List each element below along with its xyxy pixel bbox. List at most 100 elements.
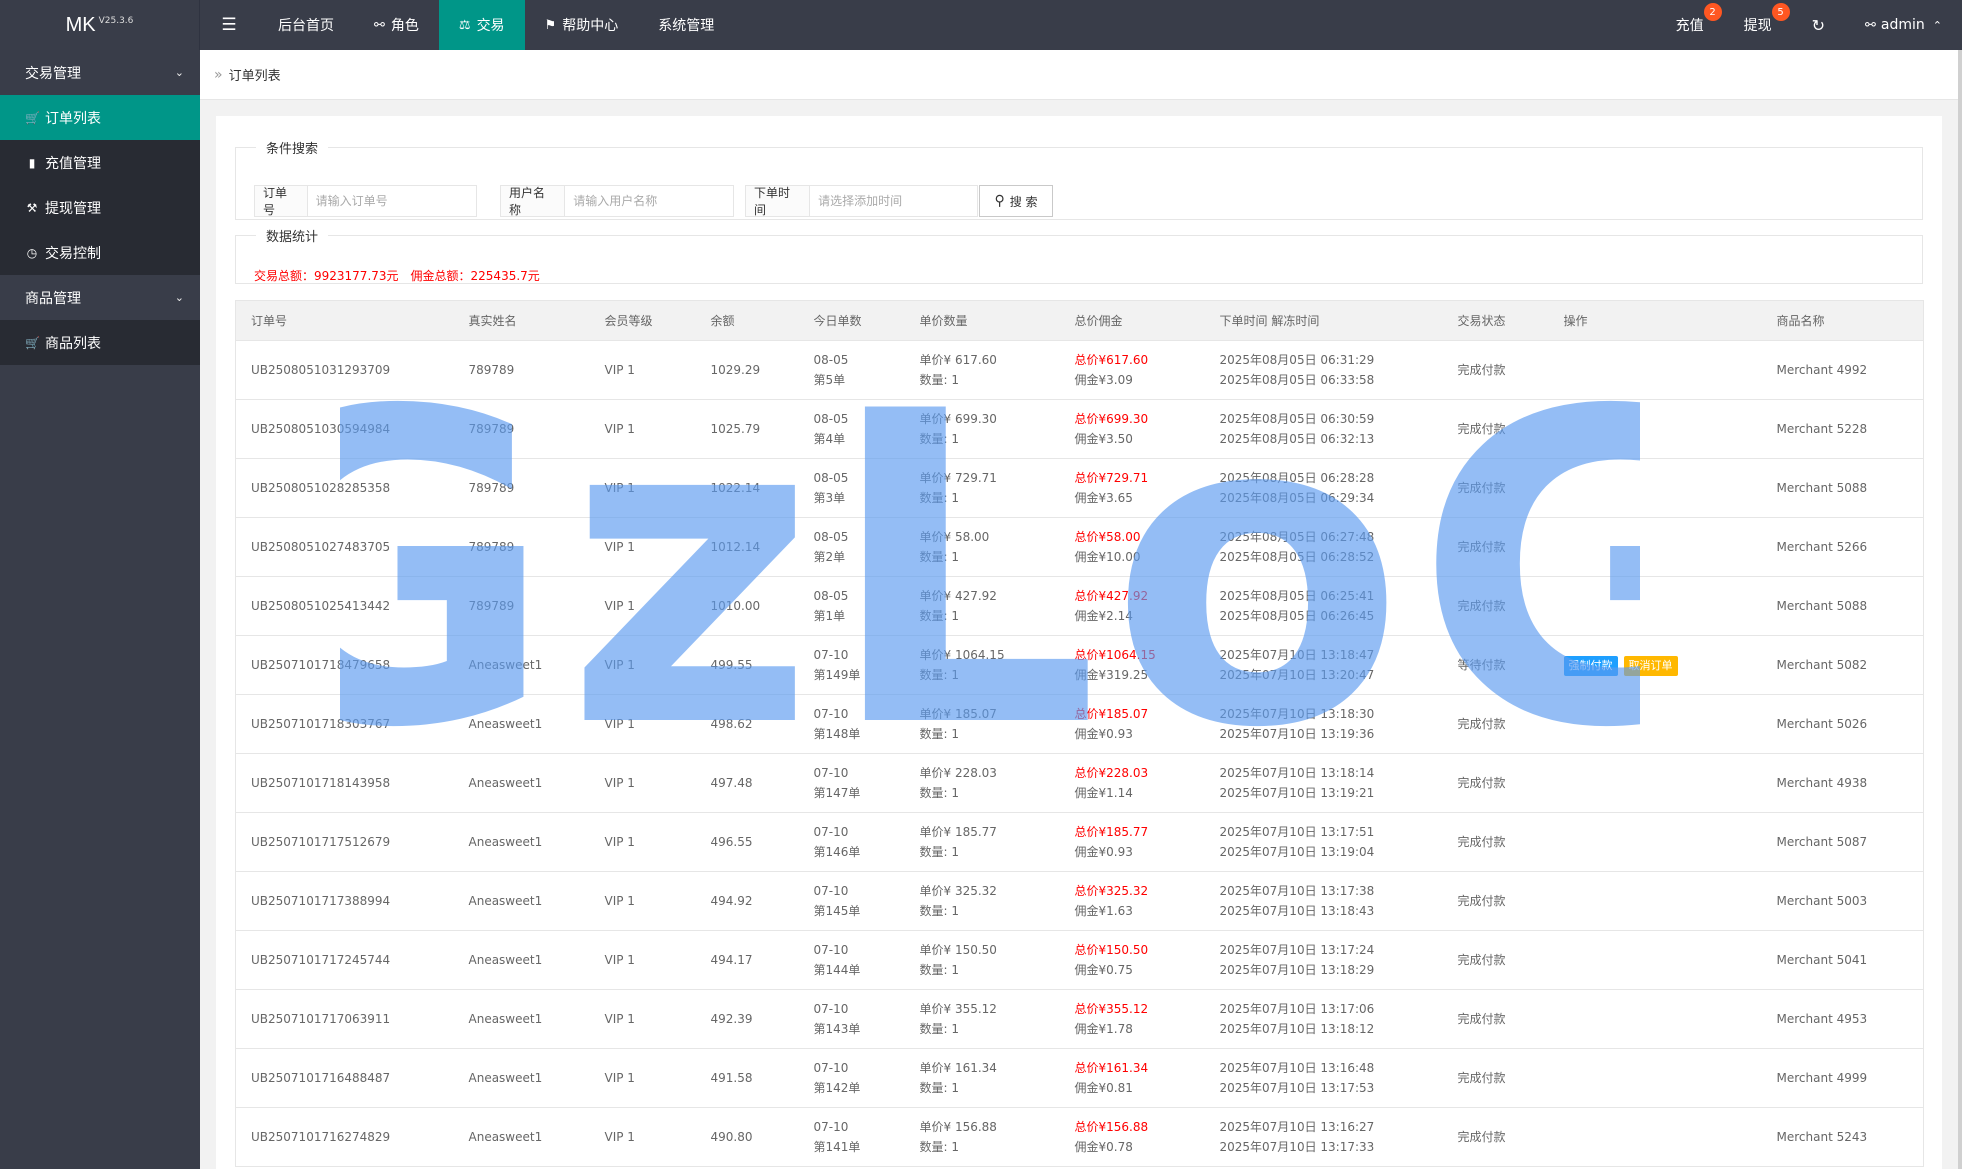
order-date: 07-10 bbox=[813, 825, 849, 839]
quantity: 数量: 1 bbox=[919, 963, 960, 977]
trade-status: 完成付款 bbox=[1457, 1071, 1506, 1085]
real-name: Aneasweet1 bbox=[468, 953, 543, 967]
order-time: 2025年08月05日 06:31:29 bbox=[1219, 353, 1375, 367]
order-time: 2025年07月10日 13:18:47 bbox=[1219, 648, 1375, 662]
menu-toggle-button[interactable]: ☰ bbox=[200, 0, 258, 50]
order-sequence: 第141单 bbox=[813, 1140, 861, 1154]
sidebar-group-trade[interactable]: 交易管理 ⌄ bbox=[0, 50, 200, 95]
commission: 佣金¥0.78 bbox=[1074, 1140, 1133, 1154]
sidebar-item-withdraw[interactable]: ⚒ 提现管理 bbox=[0, 185, 200, 230]
unfreeze-time: 2025年08月05日 06:29:34 bbox=[1219, 491, 1375, 505]
today-orders-cell: 08-05 第4单 bbox=[798, 399, 905, 459]
today-orders-cell: 07-10 第149单 bbox=[798, 635, 905, 695]
order-sequence: 第146单 bbox=[813, 845, 861, 859]
member-level: VIP 1 bbox=[604, 599, 635, 613]
order-time: 2025年07月10日 13:17:51 bbox=[1219, 825, 1375, 839]
order-time-field: 下单时间 bbox=[745, 185, 978, 217]
nav-home[interactable]: 后台首页 bbox=[258, 0, 354, 50]
product-name: Merchant 5228 bbox=[1776, 422, 1868, 436]
column-header: 今日单数 bbox=[798, 300, 905, 341]
column-header: 商品名称 bbox=[1761, 300, 1924, 341]
order-number-input[interactable] bbox=[307, 186, 476, 216]
order-date: 07-10 bbox=[813, 648, 849, 662]
search-button[interactable]: ⚲ 搜 索 bbox=[979, 185, 1053, 217]
total-commission-cell: 总价¥228.03 佣金¥1.14 bbox=[1059, 753, 1205, 813]
operations-cell bbox=[1548, 399, 1762, 459]
balance-cell: 492.39 bbox=[695, 989, 799, 1049]
status-cell: 完成付款 bbox=[1442, 399, 1549, 459]
withdraw-link[interactable]: 提现 5 bbox=[1724, 0, 1792, 50]
order-number-cell: UB2507101717388994 bbox=[235, 871, 454, 931]
product-name-cell: Merchant 4938 bbox=[1761, 753, 1924, 813]
today-orders-cell: 07-10 第142单 bbox=[798, 1048, 905, 1108]
balance-cell: 494.17 bbox=[695, 930, 799, 990]
member-level: VIP 1 bbox=[604, 1012, 635, 1026]
time-cell: 2025年08月05日 06:31:29 2025年08月05日 06:33:58 bbox=[1204, 340, 1443, 400]
nav-trade-label: 交易 bbox=[476, 18, 505, 34]
time-cell: 2025年07月10日 13:17:06 2025年07月10日 13:18:12 bbox=[1204, 989, 1443, 1049]
user-menu[interactable]: ⚯ admin ⌃ bbox=[1845, 0, 1962, 50]
balance: 1029.29 bbox=[710, 363, 761, 377]
sidebar-item-product-list[interactable]: 🛒 商品列表 bbox=[0, 320, 200, 365]
unit-price: 单价¥ 427.92 bbox=[919, 589, 997, 603]
member-level-cell: VIP 1 bbox=[589, 1107, 696, 1167]
recharge-link[interactable]: 充值 2 bbox=[1656, 0, 1724, 50]
time-cell: 2025年07月10日 13:17:38 2025年07月10日 13:18:43 bbox=[1204, 871, 1443, 931]
total-commission-cell: 总价¥699.30 佣金¥3.50 bbox=[1059, 399, 1205, 459]
column-header: 总价佣金 bbox=[1059, 300, 1205, 341]
nav-system[interactable]: 系统管理 bbox=[638, 0, 734, 50]
status-cell: 完成付款 bbox=[1442, 340, 1549, 400]
cancel-order-button[interactable]: 取消订单 bbox=[1623, 655, 1678, 676]
table-row: UB2507101717388994 Aneasweet1 VIP 1 494.92 0… bbox=[235, 871, 1924, 931]
scrollbar[interactable] bbox=[1958, 50, 1962, 1169]
nav-help[interactable]: ⚑ 帮助中心 bbox=[525, 0, 639, 50]
price-qty-cell: 单价¥ 228.03 数量: 1 bbox=[904, 753, 1060, 813]
status-cell: 完成付款 bbox=[1442, 753, 1549, 813]
unit-price: 单价¥ 161.34 bbox=[919, 1061, 997, 1075]
total-commission-cell: 总价¥150.50 佣金¥0.75 bbox=[1059, 930, 1205, 990]
order-number: UB2507101716488487 bbox=[251, 1071, 391, 1085]
trade-status: 完成付款 bbox=[1457, 363, 1506, 377]
order-sequence: 第5单 bbox=[813, 373, 846, 387]
order-number-cell: UB2508051031293709 bbox=[235, 340, 454, 400]
balance: 490.80 bbox=[710, 1130, 753, 1144]
trade-status: 完成付款 bbox=[1457, 894, 1506, 908]
today-orders-cell: 08-05 第1单 bbox=[798, 576, 905, 636]
quantity: 数量: 1 bbox=[919, 668, 960, 682]
nav-trade[interactable]: ⚖ 交易 bbox=[438, 0, 525, 50]
commission: 佣金¥3.65 bbox=[1074, 491, 1133, 505]
user-icon: ⚯ bbox=[374, 17, 385, 33]
unfreeze-time: 2025年07月10日 13:17:53 bbox=[1219, 1081, 1375, 1095]
real-name: Aneasweet1 bbox=[468, 717, 543, 731]
force-pay-button[interactable]: 强制付款 bbox=[1563, 655, 1618, 676]
time-cell: 2025年07月10日 13:18:14 2025年07月10日 13:19:21 bbox=[1204, 753, 1443, 813]
balance: 498.62 bbox=[710, 717, 753, 731]
order-number: UB2507101718479658 bbox=[251, 658, 391, 672]
member-level-cell: VIP 1 bbox=[589, 576, 696, 636]
order-time-input[interactable] bbox=[810, 186, 977, 216]
quantity: 数量: 1 bbox=[919, 491, 960, 505]
column-header: 会员等级 bbox=[589, 300, 696, 341]
refresh-button[interactable]: ↻ bbox=[1792, 0, 1845, 50]
order-sequence: 第145单 bbox=[813, 904, 861, 918]
table-row: UB2508051030594984 789789 VIP 1 1025.79 08-0… bbox=[235, 399, 1924, 459]
order-sequence: 第2单 bbox=[813, 550, 846, 564]
product-name-cell: Merchant 5082 bbox=[1761, 635, 1924, 695]
username-input[interactable] bbox=[565, 186, 733, 216]
commission: 佣金¥10.00 bbox=[1074, 550, 1141, 564]
unit-price: 单价¥ 325.32 bbox=[919, 884, 997, 898]
order-number: UB2507101717063911 bbox=[251, 1012, 391, 1026]
total-price: 总价¥58.00 bbox=[1074, 530, 1141, 544]
price-qty-cell: 单价¥ 325.32 数量: 1 bbox=[904, 871, 1060, 931]
nav-roles[interactable]: ⚯ 角色 bbox=[354, 0, 439, 50]
order-date: 08-05 bbox=[813, 353, 849, 367]
quantity: 数量: 1 bbox=[919, 845, 960, 859]
order-date: 07-10 bbox=[813, 884, 849, 898]
sidebar-group-products[interactable]: 商品管理 ⌄ bbox=[0, 275, 200, 320]
sidebar-item-order-list[interactable]: 🛒 订单列表 bbox=[0, 95, 200, 140]
sidebar-item-trade-control[interactable]: ◷ 交易控制 bbox=[0, 230, 200, 275]
total-price: 总价¥156.88 bbox=[1074, 1120, 1149, 1134]
sidebar-item-recharge[interactable]: ▮ 充值管理 bbox=[0, 140, 200, 185]
column-header: 单价数量 bbox=[904, 300, 1060, 341]
balance: 1010.00 bbox=[710, 599, 761, 613]
